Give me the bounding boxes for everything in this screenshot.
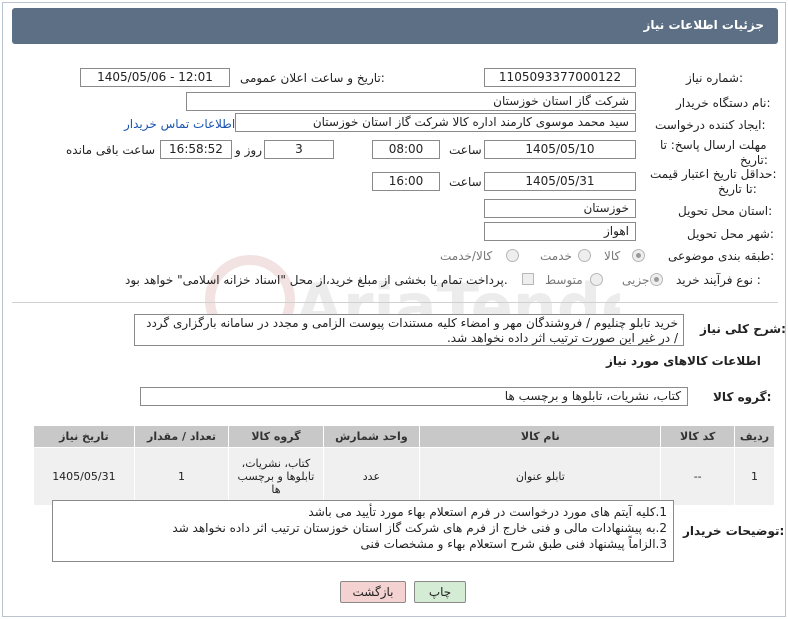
category-option-both: کالا/خدمت xyxy=(440,249,493,263)
payment-note: پرداخت تمام یا بخشی از مبلغ خرید،از محل … xyxy=(125,273,508,287)
need-number-field: 1105093377000122 xyxy=(484,68,636,87)
category-radio-goods[interactable] xyxy=(632,249,645,262)
announce-field: 1405/05/06 - 12:01 xyxy=(80,68,230,87)
page-title: جزئیات اطلاعات نیاز xyxy=(643,18,764,32)
remaining-time-field: 16:58:52 xyxy=(160,140,232,159)
validity-date-field: 1405/05/31 xyxy=(484,172,636,191)
deadline-label-1: مهلت ارسال پاسخ: تا xyxy=(660,138,767,152)
process-radio-medium[interactable] xyxy=(590,273,603,286)
category-radio-both[interactable] xyxy=(506,249,519,262)
cell-quantity: 1 xyxy=(133,447,230,506)
col-header-quantity: تعداد / مقدار xyxy=(133,425,230,448)
buyer-org-label: نام دستگاه خریدار: xyxy=(676,96,771,110)
remaining-word: ساعت باقی مانده xyxy=(66,143,156,157)
divider xyxy=(12,302,778,303)
buyer-note-line: 1.کلیه آیتم های مورد درخواست در فرم استع… xyxy=(308,505,667,519)
table-row: 1 -- تابلو عنوان عدد کتاب، نشریات، تابلو… xyxy=(33,447,776,506)
cell-code: -- xyxy=(660,447,735,506)
process-option-medium: متوسط xyxy=(545,273,583,287)
general-desc-field: خرید تابلو چنلیوم / فروشندگان مهر و امضا… xyxy=(134,314,684,346)
buyer-notes-field: 1.کلیه آیتم های مورد درخواست در فرم استع… xyxy=(52,500,674,562)
need-number-label: شماره نیاز: xyxy=(686,71,744,85)
goods-info-title: اطلاعات کالاهای مورد نیاز xyxy=(606,354,761,368)
validity-time-word: ساعت xyxy=(449,175,482,189)
validity-label-1: حداقل تاریخ اعتبار قیمت: xyxy=(650,167,777,181)
buyer-org-field: شرکت گاز استان خوزستان xyxy=(186,92,636,111)
process-radio-minor[interactable] xyxy=(650,273,663,286)
cell-name: تابلو عنوان xyxy=(419,447,662,506)
cell-unit: عدد xyxy=(322,447,421,506)
buyer-notes-label: توضیحات خریدار: xyxy=(683,524,785,538)
category-radio-service[interactable] xyxy=(578,249,591,262)
page-header: جزئیات اطلاعات نیاز xyxy=(12,8,778,44)
col-header-group: گروه کالا xyxy=(228,425,324,448)
creator-label: ایجاد کننده درخواست: xyxy=(655,118,766,132)
process-label: نوع فرآیند خرید : xyxy=(676,273,761,287)
goods-group-field: کتاب، نشریات، تابلوها و برچسب ها xyxy=(140,387,688,406)
days-field: 3 xyxy=(264,140,334,159)
deadline-time-field: 08:00 xyxy=(372,140,440,159)
buyer-note-line: 2.به پیشنهادات مالی و فنی خارج از فرم ها… xyxy=(172,521,667,535)
deadline-label-2: تاریخ: xyxy=(740,153,768,167)
announce-label: تاریخ و ساعت اعلان عمومی: xyxy=(240,71,385,85)
print-button[interactable]: چاپ xyxy=(414,581,466,603)
col-header-date: تاریخ نیاز xyxy=(33,425,135,448)
days-word: روز و xyxy=(235,143,262,157)
validity-label-2: تا تاریخ: xyxy=(718,182,757,196)
category-option-goods: کالا xyxy=(604,249,621,263)
city-label: شهر محل تحویل: xyxy=(687,227,774,241)
province-field: خوزستان xyxy=(484,199,636,218)
col-header-row: ردیف xyxy=(733,425,776,448)
col-header-name: نام کالا xyxy=(419,425,662,448)
back-button[interactable]: بازگشت xyxy=(340,581,406,603)
col-header-unit: واحد شمارش xyxy=(322,425,421,448)
process-option-minor: جزیی xyxy=(622,273,650,287)
payment-checkbox[interactable] xyxy=(522,273,534,285)
category-option-service: خدمت xyxy=(540,249,572,263)
deadline-date-field: 1405/05/10 xyxy=(484,140,636,159)
general-desc-label: شرح کلی نیاز: xyxy=(700,322,786,336)
creator-field: سید محمد موسوی کارمند اداره کالا شرکت گا… xyxy=(235,113,636,132)
contact-info-link[interactable]: اطلاعات تماس خریدار xyxy=(124,117,235,131)
province-label: استان محل تحویل: xyxy=(678,204,773,218)
cell-group: کتاب، نشریات، تابلوها و برچسب ها xyxy=(228,447,324,506)
cell-date: 1405/05/31 xyxy=(33,447,135,506)
deadline-time-word: ساعت xyxy=(449,143,482,157)
table-header-row: ردیف کد کالا نام کالا واحد شمارش گروه کا… xyxy=(33,425,776,448)
col-header-code: کد کالا xyxy=(660,425,735,448)
goods-table: ردیف کد کالا نام کالا واحد شمارش گروه کا… xyxy=(33,425,776,506)
cell-row: 1 xyxy=(733,447,776,506)
validity-time-field: 16:00 xyxy=(372,172,440,191)
category-label: طبقه بندی موضوعی: xyxy=(668,249,775,263)
city-field: اهواز xyxy=(484,222,636,241)
goods-group-label: گروه کالا: xyxy=(713,390,772,404)
buyer-note-line: 3.الزاماً پیشنهاد فنی طبق شرح استعلام به… xyxy=(360,537,667,551)
